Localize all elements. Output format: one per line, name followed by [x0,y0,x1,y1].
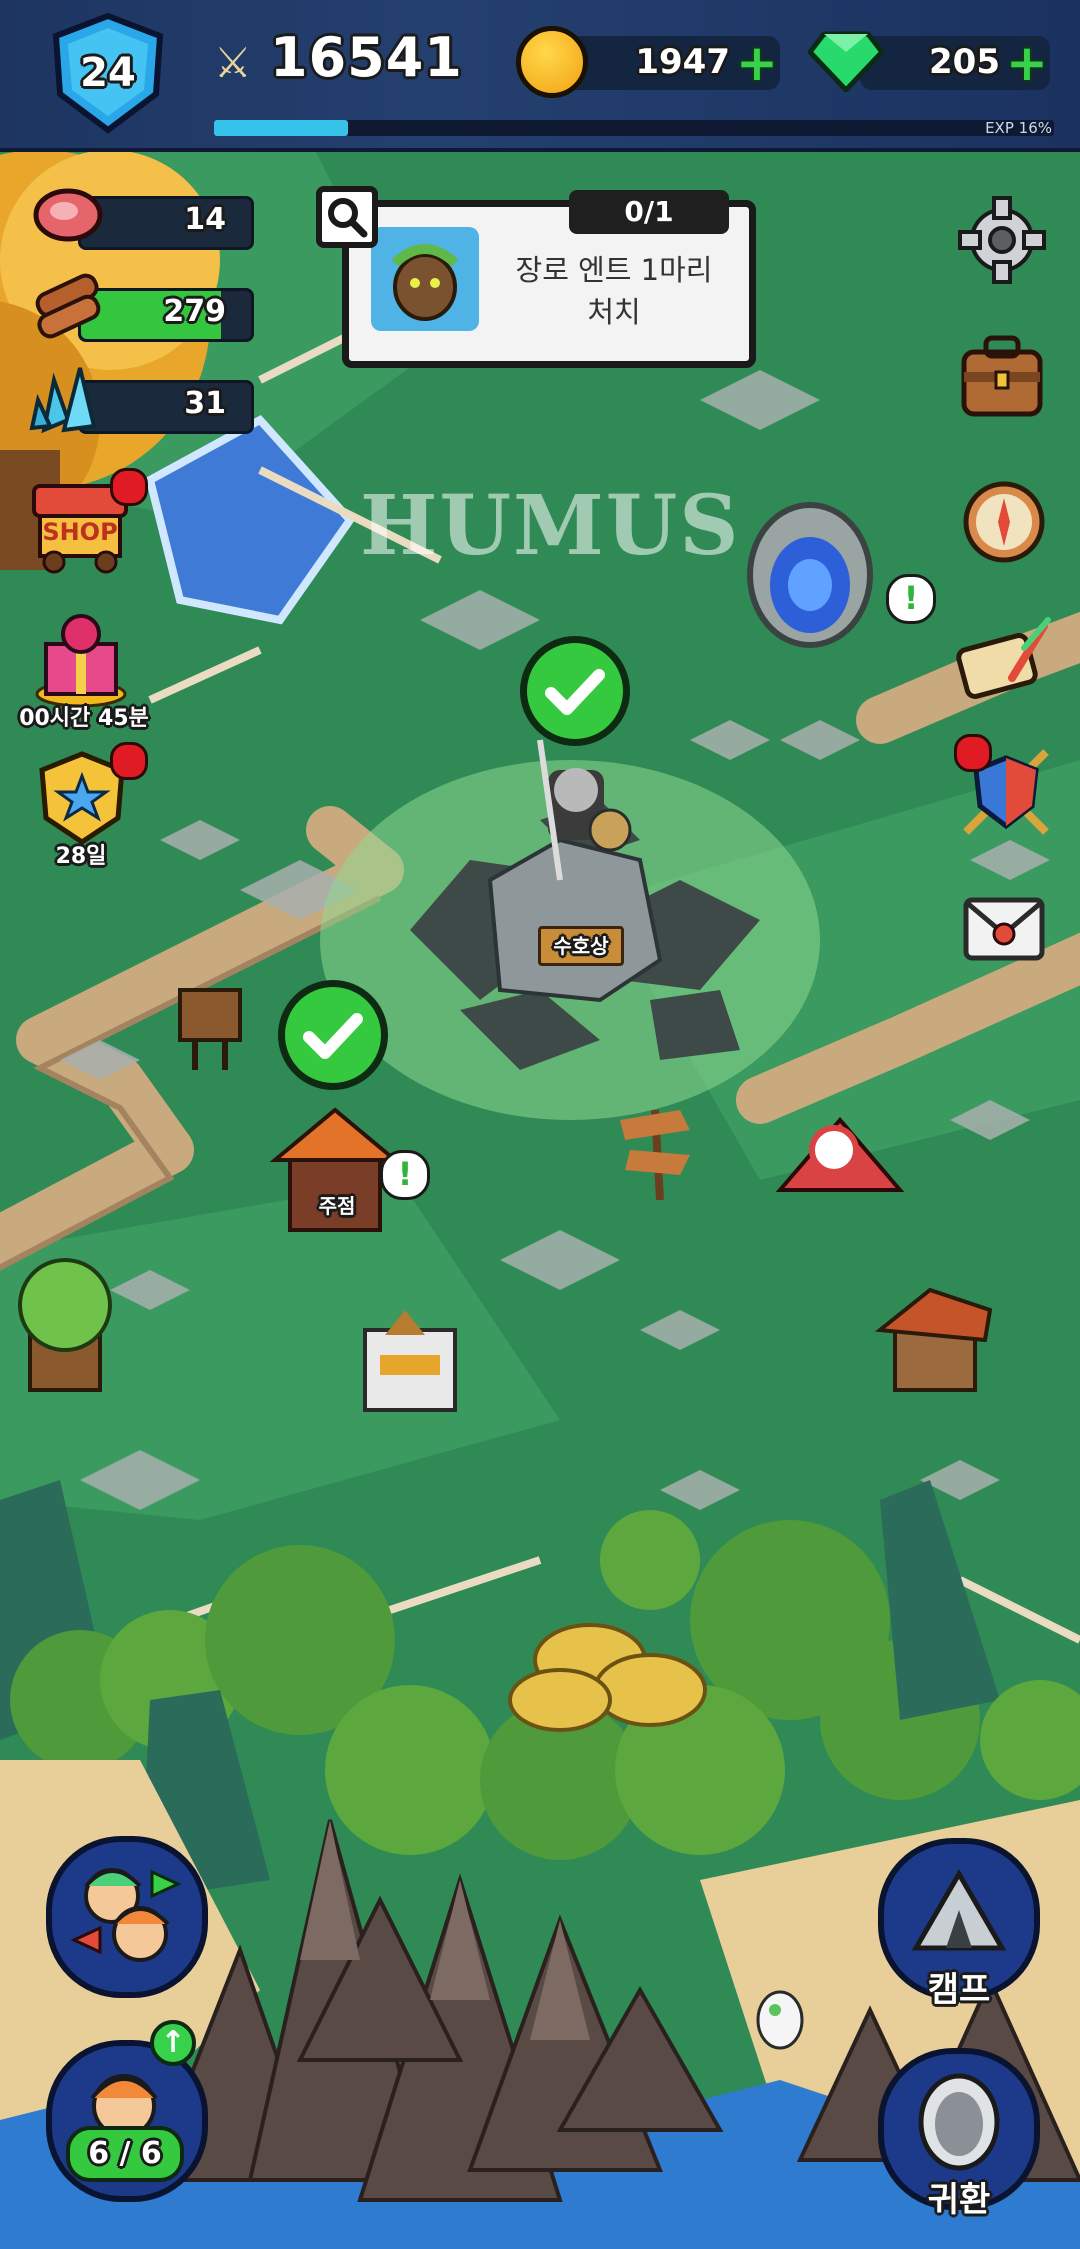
add-gold-button[interactable]: + [736,38,778,88]
quest-panel[interactable]: 0/1 장로 엔트 1마리 처치 [342,190,756,368]
compass-icon[interactable] [954,470,1054,570]
quest-progress: 0/1 [569,190,729,234]
upgrade-arrow-icon[interactable]: ↑ [150,2020,196,2066]
exp-bar [214,120,1054,136]
pass-days: 28일 [55,844,107,869]
search-icon[interactable] [316,186,378,248]
shop-alert-dot [110,468,148,506]
crystal-icon [24,360,108,440]
crossed-swords-icon: ⚔ [214,38,252,87]
wood-log-icon [28,270,110,346]
combat-power-value: 16541 [270,26,463,89]
guardian-complete-check-icon[interactable] [520,636,630,746]
gift-timer: 00시간 45분 [19,706,149,731]
pvp-alert-dot [954,734,992,772]
meat-icon [30,184,106,250]
gold-value: 1947 [635,42,730,82]
exp-label: EXP 16% [985,119,1052,137]
party-count: 6 / 6 [88,2136,162,2171]
gear-icon[interactable] [952,190,1052,290]
pass-alert-dot [110,742,148,780]
gift-pack-button[interactable] [26,608,136,708]
wood-value: 279 [163,294,226,329]
monster-egg[interactable] [756,1990,804,2050]
tree-house[interactable] [18,1258,112,1392]
guardian-statue-label-text: 수호상 [553,934,609,958]
tavern-label: 주점 [318,1194,356,1218]
shop-label: SHOP [42,518,118,546]
portal-exclamation-icon[interactable]: ! [886,574,936,624]
party-button[interactable]: 6 / 6 [46,2040,208,2202]
backpack-icon[interactable] [950,326,1054,426]
hero-swap-button[interactable] [46,1836,208,1998]
camp-label: 캠프 [927,1970,991,2010]
ent-icon [391,244,459,321]
hero-swap-icon [70,1868,182,1962]
gold-coin-icon [516,26,588,98]
tavern-exclamation-icon[interactable]: ! [380,1150,430,1200]
crystal-value: 31 [184,386,226,421]
gift-box-icon [35,614,127,708]
party-count-pill: 6 / 6 [66,2126,184,2182]
top-status-bar: 24 ⚔ 16541 1947 + 205 + EXP 16% [0,0,1080,152]
guardian-statue-label: 수호상 [538,926,624,966]
add-gem-button[interactable]: + [1006,38,1048,88]
gem-icon [806,30,886,96]
return-label: 귀환 [927,2180,991,2220]
level-value: 24 [80,50,136,96]
gem-value: 205 [929,42,1000,82]
portal[interactable] [747,502,873,648]
exp-bar-fill [214,120,349,136]
mail-icon[interactable] [954,880,1054,976]
quest-target-portrait [371,227,479,331]
meat-value: 14 [184,202,226,237]
tavern-complete-check-icon[interactable] [278,980,388,1090]
quest-title: 장로 엔트 1마리 처치 [515,253,713,329]
quest-scroll-icon[interactable] [952,608,1056,708]
watermark: HUMUS [360,478,741,574]
level-badge[interactable]: 24 [48,12,168,134]
